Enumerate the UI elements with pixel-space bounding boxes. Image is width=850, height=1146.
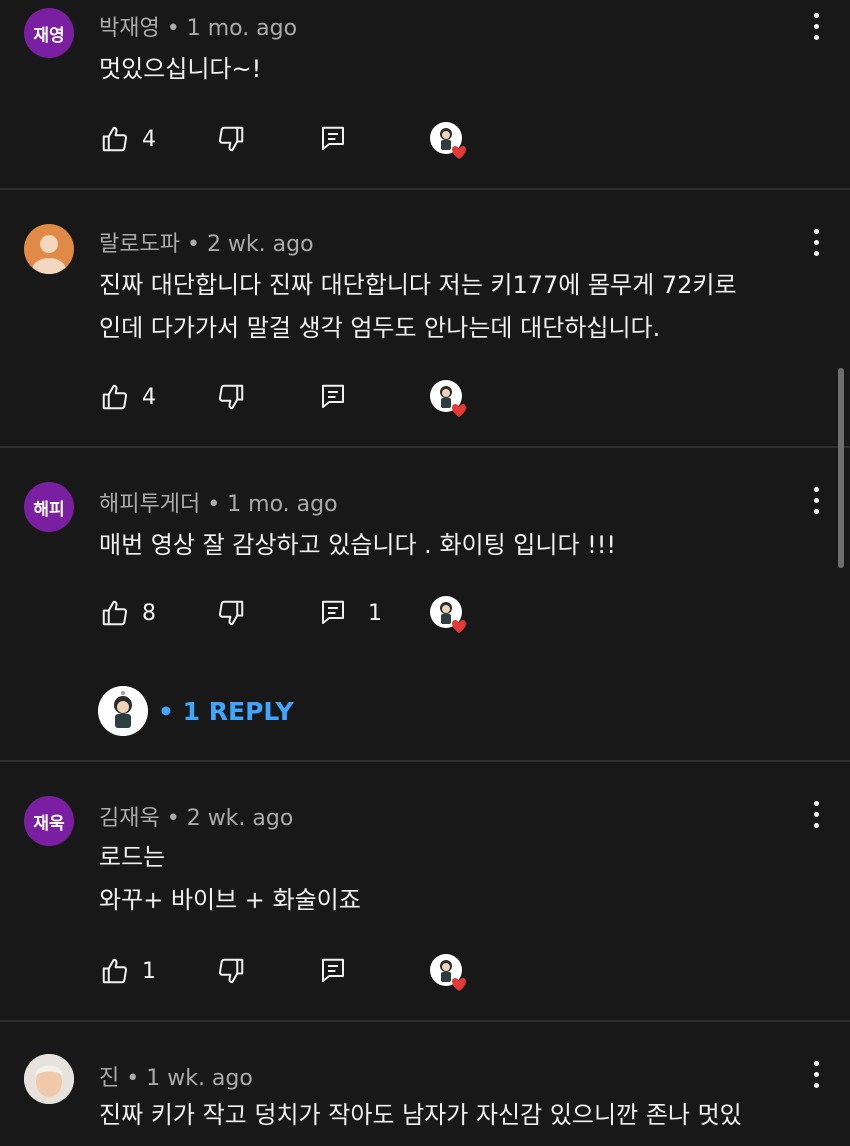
- timestamp: 1 mo. ago: [186, 16, 298, 41]
- meta-separator: •: [179, 232, 207, 257]
- reply-button[interactable]: [318, 954, 348, 988]
- meta-separator: •: [159, 806, 187, 831]
- creator-avatar: [98, 686, 148, 736]
- comment-actions: 4: [100, 122, 500, 159]
- reply-count: 1: [368, 600, 382, 626]
- creator-heart-icon: [430, 380, 466, 417]
- creator-heart-icon: [430, 954, 466, 991]
- avatar[interactable]: 재욱: [24, 796, 74, 846]
- reply-icon: [322, 600, 344, 624]
- like-count: 8: [142, 600, 156, 626]
- reply-icon: [322, 126, 344, 150]
- thumb-up-icon: [102, 958, 128, 984]
- comment-line: 로드는: [99, 843, 166, 871]
- avatar[interactable]: [24, 224, 74, 274]
- comment-item: 해피 해피투게더 • 1 mo. ago 매번 영상 잘 감상하고 있습니다 .…: [0, 448, 850, 760]
- more-vert-icon[interactable]: [804, 10, 828, 44]
- author-name[interactable]: 진: [99, 1066, 119, 1091]
- meta-separator: •: [159, 16, 187, 41]
- reply-icon: [322, 384, 344, 408]
- timestamp: 2 wk. ago: [186, 806, 294, 831]
- comment-meta: 박재영 • 1 mo. ago: [99, 10, 297, 42]
- more-vert-icon[interactable]: [804, 226, 828, 260]
- thumb-up-icon: [102, 600, 128, 626]
- like-count: 1: [142, 958, 156, 984]
- comment-line: 매번 영상 잘 감상하고 있습니다 . 화이팅 입니다 !!!: [99, 531, 617, 559]
- thumb-down-icon: [218, 384, 244, 410]
- dislike-button[interactable]: [216, 380, 246, 414]
- meta-separator: •: [119, 1066, 147, 1091]
- profile-photo-icon: [24, 1054, 74, 1104]
- author-name[interactable]: 박재영: [99, 16, 160, 41]
- meta-separator: •: [200, 492, 228, 517]
- dislike-button[interactable]: [216, 954, 246, 988]
- comment-actions: 4: [100, 380, 500, 417]
- comment-line: 멋있으십니다~!: [99, 55, 262, 83]
- more-vert-icon[interactable]: [804, 798, 828, 832]
- timestamp: 1 wk. ago: [146, 1066, 253, 1091]
- more-vert-icon[interactable]: [804, 484, 828, 518]
- avatar-initials: 해피: [33, 499, 65, 520]
- scrollbar[interactable]: [838, 368, 844, 568]
- like-button[interactable]: 1: [100, 954, 156, 988]
- comment-meta: 김재욱 • 2 wk. ago: [99, 800, 293, 832]
- comment-item: 진 • 1 wk. ago 진짜 키가 작고 덩치가 작아도 남자가 자신감 있…: [0, 1022, 850, 1146]
- comment-line: 인데 다가가서 말걸 생각 엄두도 안나는데 대단하십니다.: [99, 314, 661, 342]
- reply-link: • 1 REPLY: [158, 696, 294, 726]
- default-avatar-icon: [32, 235, 66, 274]
- avatar[interactable]: [24, 1054, 74, 1104]
- comment-meta: 진 • 1 wk. ago: [99, 1060, 253, 1092]
- like-count: 4: [142, 126, 156, 152]
- view-replies-button[interactable]: • 1 REPLY: [98, 686, 294, 736]
- comment-line: 진짜 대단합니다 진짜 대단합니다 저는 키177에 몸무게 72키로: [99, 271, 737, 299]
- comment-text: 멋있으십니다~!: [99, 48, 261, 91]
- comment-actions: 8 1: [100, 596, 500, 633]
- comment-text: 매번 영상 잘 감상하고 있습니다 . 화이팅 입니다 !!!: [99, 524, 616, 567]
- avatar-initials: 재욱: [33, 813, 65, 834]
- creator-heart-icon: [430, 596, 466, 633]
- avatar[interactable]: 해피: [24, 482, 74, 532]
- dislike-button[interactable]: [216, 122, 246, 156]
- comment-text: 로드는 와꾸+ 바이브 + 화술이죠: [99, 836, 361, 922]
- comment-item: 재영 박재영 • 1 mo. ago 멋있으십니다~! 4: [0, 0, 850, 188]
- comment-item: 랄로도파 • 2 wk. ago 진짜 대단합니다 진짜 대단합니다 저는 키1…: [0, 190, 850, 446]
- thumb-up-icon: [102, 126, 128, 152]
- avatar-initials: 재영: [33, 25, 65, 46]
- comment-line: 와꾸+ 바이브 + 화술이죠: [99, 886, 361, 914]
- thumb-down-icon: [218, 126, 244, 152]
- reply-button[interactable]: [318, 122, 348, 156]
- avatar[interactable]: 재영: [24, 8, 74, 58]
- more-vert-icon[interactable]: [804, 1058, 828, 1092]
- like-button[interactable]: 8: [100, 596, 156, 630]
- comment-meta: 랄로도파 • 2 wk. ago: [99, 226, 314, 258]
- comment-text: 진짜 키가 작고 덩치가 작아도 남자가 자신감 있으니깐 존나 멋있: [99, 1094, 742, 1137]
- like-button[interactable]: 4: [100, 122, 156, 156]
- thumb-up-icon: [102, 384, 128, 410]
- comment-item: 재욱 김재욱 • 2 wk. ago 로드는 와꾸+ 바이브 + 화술이죠 1: [0, 762, 850, 1020]
- author-name[interactable]: 김재욱: [99, 806, 160, 831]
- dislike-button[interactable]: [216, 596, 246, 630]
- reply-button[interactable]: [318, 380, 348, 414]
- comment-text: 진짜 대단합니다 진짜 대단합니다 저는 키177에 몸무게 72키로 인데 다…: [99, 264, 737, 350]
- creator-avatar-icon: [98, 686, 148, 736]
- author-name[interactable]: 해피투게더: [99, 492, 200, 517]
- thumb-down-icon: [218, 958, 244, 984]
- like-count: 4: [142, 384, 156, 410]
- comment-meta: 해피투게더 • 1 mo. ago: [99, 486, 338, 518]
- like-button[interactable]: 4: [100, 380, 156, 414]
- timestamp: 1 mo. ago: [227, 492, 338, 517]
- thumb-down-icon: [218, 600, 244, 626]
- creator-heart-icon: [430, 122, 466, 159]
- timestamp: 2 wk. ago: [206, 232, 314, 257]
- author-name[interactable]: 랄로도파: [99, 232, 180, 257]
- comment-actions: 1: [100, 954, 500, 991]
- comment-line: 진짜 키가 작고 덩치가 작아도 남자가 자신감 있으니깐 존나 멋있: [99, 1101, 742, 1129]
- reply-icon: [322, 958, 344, 982]
- reply-button[interactable]: 1: [318, 596, 382, 630]
